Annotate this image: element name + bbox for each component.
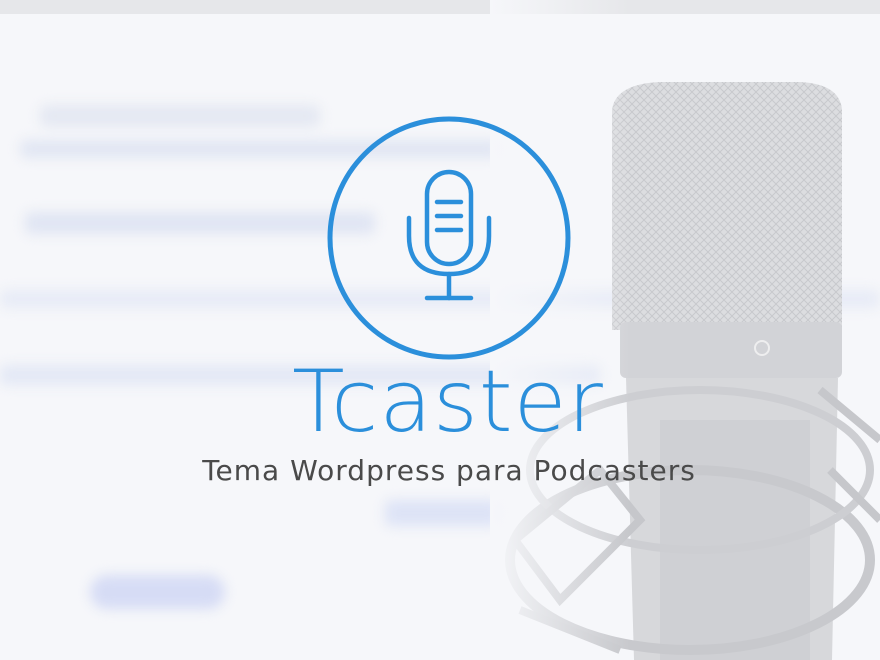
banner: Tcaster Tema Wordpress para Podcasters (0, 0, 880, 660)
microphone-icon (406, 169, 492, 301)
brand-title: Tcaster (292, 352, 604, 452)
brand-tagline: Tema Wordpress para Podcasters (202, 454, 696, 487)
logo-circle (327, 116, 571, 360)
